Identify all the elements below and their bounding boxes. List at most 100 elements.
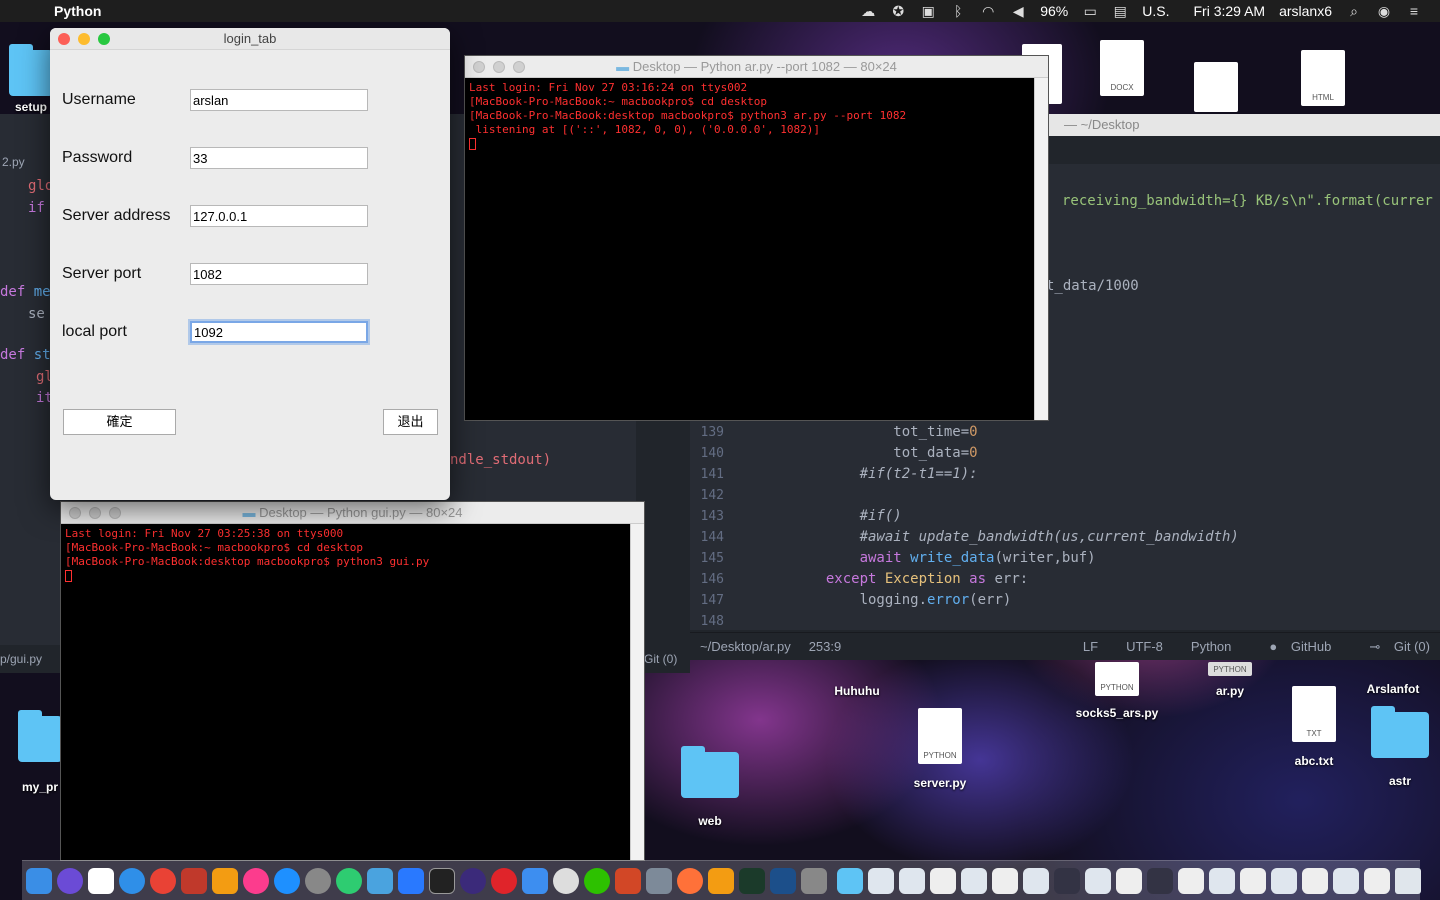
spotlight-search-icon[interactable]: ⌕ [1346,4,1362,18]
window-thumbnail-icon[interactable] [1302,867,1328,894]
editor-mid-status[interactable]: Git (0) [640,645,690,673]
desktop-folder-arslanfot[interactable]: Arslanfot [1358,662,1428,696]
wechat-icon[interactable] [584,867,610,894]
desktop-folder-setup[interactable]: setup [6,44,56,114]
photos-icon[interactable] [522,867,548,894]
desktop-file-socks5-ars[interactable]: PYTHON socks5_ars.py [1072,662,1162,720]
close-button[interactable] [69,507,81,519]
terminal-icon[interactable] [429,867,455,894]
status-line-ending[interactable]: LF [1083,639,1098,655]
calendar-icon[interactable] [88,867,114,894]
password-input[interactable] [190,147,368,169]
window-thumbnail-icon[interactable] [961,867,987,894]
desktop-folder-my-pr[interactable]: my_pr [14,710,66,794]
window-thumbnail-icon[interactable] [1209,867,1235,894]
vscode-icon[interactable] [398,867,424,894]
username-input[interactable] [190,89,368,111]
window-thumbnail-icon[interactable] [868,867,894,894]
safari-icon[interactable] [119,867,145,894]
window-thumbnail-icon[interactable] [1240,867,1266,894]
desktop-file-thumbnail-2[interactable] [1192,62,1240,112]
minimize-button[interactable] [493,61,505,73]
desktop-folder-astr[interactable]: astr [1368,706,1432,788]
terminal-output[interactable]: Last login: Fri Nov 27 03:16:24 on ttys0… [465,78,1034,420]
wechat-icon[interactable]: ☁ [860,4,876,18]
downloads-folder-icon[interactable] [837,867,863,894]
notification-center-icon[interactable]: ≡ [1406,4,1422,18]
window-thumbnail-icon[interactable] [1178,867,1204,894]
terminal-title-bar[interactable]: ▬ Desktop — Python gui.py — 80×24 [61,502,644,524]
input-source[interactable]: U.S. [1142,3,1169,19]
terminal-window-ar[interactable]: ▬ Desktop — Python ar.py --port 1082 — 8… [464,55,1049,421]
close-button[interactable] [473,61,485,73]
window-thumbnail-icon[interactable] [1333,867,1359,894]
window-thumbnail-icon[interactable] [1054,867,1080,894]
xcode-icon[interactable] [367,867,393,894]
terminal-output[interactable]: Last login: Fri Nov 27 03:25:38 on ttys0… [61,524,630,860]
window-thumbnail-icon[interactable] [1364,867,1390,894]
desktop-folder-huhuhu[interactable]: Huhuhu [826,664,888,698]
window-thumbnail-icon[interactable] [1023,867,1049,894]
terminal-window-gui[interactable]: ▬ Desktop — Python gui.py — 80×24 Last l… [60,501,645,861]
desktop-file-html[interactable]: HTML [1298,50,1348,106]
atom-icon[interactable] [336,867,362,894]
eclipse-icon[interactable] [460,867,486,894]
window-thumbnail-icon[interactable] [992,867,1018,894]
chrome-icon[interactable] [150,867,176,894]
terminal-scrollbar[interactable] [1034,78,1048,420]
mysql-workbench-icon[interactable] [770,867,796,894]
powerpoint-icon[interactable] [615,867,641,894]
server-port-input[interactable] [190,263,368,285]
window-thumbnail-icon[interactable] [1085,867,1111,894]
status-file-path[interactable]: ~/Desktop/ar.py [700,639,791,654]
login-title-bar[interactable]: login_tab [50,28,450,50]
app-store-icon[interactable] [274,867,300,894]
desktop-file-abc-txt[interactable]: TXT abc.txt [1282,686,1346,768]
zoom-button[interactable] [513,61,525,73]
desktop-file-docx[interactable]: DOCX [1098,40,1146,96]
system-preferences-icon[interactable] [305,867,331,894]
opera-icon[interactable] [491,867,517,894]
preview-icon[interactable] [646,867,672,894]
status-git[interactable]: ⊸ Git (0) [1359,639,1430,655]
finder-icon[interactable] [26,867,52,894]
terminal-title-bar[interactable]: ▬ Desktop — Python ar.py --port 1082 — 8… [465,56,1048,78]
app-menu-name[interactable]: Python [54,3,101,19]
desktop-folder-web[interactable]: web [678,746,742,828]
close-button[interactable] [58,33,70,45]
status-cursor-position[interactable]: 253:9 [809,639,842,654]
window-thumbnail-icon[interactable] [1271,867,1297,894]
status-github[interactable]: ● GitHub [1259,639,1331,655]
desktop-file-ar-py[interactable]: PYTHON ar.py [1198,662,1262,698]
confirm-button[interactable]: 確定 [63,409,176,435]
minimize-button[interactable] [78,33,90,45]
editor-left-tab[interactable]: 2.py [0,150,50,174]
pencil-app-icon[interactable] [801,867,827,894]
server-address-input[interactable] [190,205,368,227]
local-port-input[interactable] [190,321,368,343]
vlc-icon[interactable] [212,867,238,894]
editor-left-status[interactable]: p/gui.py [0,645,60,673]
star-icon[interactable]: ✪ [890,4,906,18]
activity-monitor-icon[interactable] [739,867,765,894]
menu-user[interactable]: arslanx6 [1279,3,1332,19]
minimize-button[interactable] [89,507,101,519]
window-thumbnail-icon[interactable] [1116,867,1142,894]
menu-clock[interactable]: Fri 3:29 AM [1193,3,1265,19]
siri-icon[interactable] [57,867,83,894]
window-thumbnail-icon[interactable] [1147,867,1173,894]
launchpad-icon[interactable] [553,867,579,894]
volume-icon[interactable]: ◀ [1010,4,1026,18]
status-encoding[interactable]: UTF-8 [1126,639,1163,655]
itunes-icon[interactable] [243,867,269,894]
terminal-scrollbar[interactable] [630,524,644,860]
flag-icon[interactable]: ▤ [1112,4,1128,18]
window-thumbnail-icon[interactable] [930,867,956,894]
battery-percent[interactable]: 96% [1040,3,1068,19]
zoom-button[interactable] [98,33,110,45]
wifi-icon[interactable]: ◠ [980,4,996,18]
vlc-player-icon[interactable] [708,867,734,894]
status-grammar[interactable]: Python [1191,639,1231,655]
trash-icon[interactable] [1395,867,1421,894]
desktop-file-server-py[interactable]: PYTHON server.py [908,708,972,790]
